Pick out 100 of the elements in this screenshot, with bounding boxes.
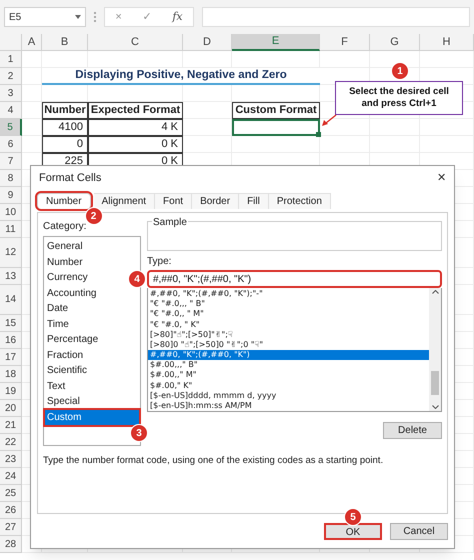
format-item[interactable]: [$-en-US]h:mm:ss AM/PM [148, 400, 429, 412]
column-header[interactable]: F [320, 34, 370, 51]
format-item[interactable]: #,##0, "K";(#,##0, "K");"-" [148, 289, 429, 300]
row-header[interactable]: 16 [0, 332, 22, 349]
row-header[interactable]: 11 [0, 221, 22, 238]
column-header[interactable]: B [42, 34, 88, 51]
category-item[interactable]: Accounting [45, 286, 98, 301]
format-item[interactable]: [$-en-US]dddd, mmmm d, yyyy [148, 390, 429, 401]
row-header[interactable]: 1 [0, 51, 22, 68]
fill-handle[interactable] [316, 132, 321, 137]
row-header[interactable]: 19 [0, 383, 22, 400]
close-button[interactable]: ✕ [437, 170, 446, 186]
format-item[interactable]: "€ "#.0, " K" [148, 320, 429, 330]
column-header[interactable]: A [22, 34, 42, 51]
help-text: Type the number format code, using one of the existing codes as a starting point. [43, 454, 384, 468]
note-box: Select the desired cell and press Ctrl+1 [335, 81, 463, 115]
format-item[interactable]: $#.00,," M" [148, 370, 429, 381]
dialog-tab[interactable]: Fill [239, 193, 269, 209]
step-badge: 4 [128, 270, 146, 288]
caret-icon [75, 15, 81, 19]
column-header[interactable]: G [370, 34, 420, 51]
row-header[interactable]: 4 [0, 102, 22, 119]
scroll-thumb[interactable] [431, 371, 439, 395]
dialog-tab[interactable]: Border [192, 193, 240, 209]
selected-cell[interactable] [232, 119, 320, 136]
row-header[interactable]: 12 [0, 238, 22, 268]
category-item[interactable]: Percentage [45, 332, 100, 348]
row-header[interactable]: 27 [0, 519, 22, 536]
category-item[interactable]: Time [45, 316, 71, 332]
row-header[interactable]: 6 [0, 136, 22, 153]
select-all-corner[interactable] [0, 34, 22, 51]
step-badge: 3 [130, 424, 148, 442]
format-item[interactable]: $#.00," K" [148, 380, 429, 391]
row-header[interactable]: 28 [0, 536, 22, 553]
format-item[interactable]: [>80]0 "☝";[>50]0 "✌";0 "☟" [148, 340, 429, 350]
scrollbar[interactable] [429, 288, 441, 411]
category-item[interactable]: Fraction [45, 348, 86, 363]
row-header[interactable]: 15 [0, 315, 22, 332]
column-header[interactable]: C [88, 34, 183, 51]
row-header[interactable]: 5 [0, 119, 22, 136]
row-header[interactable]: 9 [0, 187, 22, 204]
row-header[interactable]: 8 [0, 170, 22, 187]
step-badge: 2 [84, 207, 103, 225]
dialog-title: Format Cells [39, 170, 102, 186]
table-header-cell: Expected Format [88, 102, 183, 119]
row-header[interactable]: 24 [0, 468, 22, 485]
insert-function-button[interactable]: fx [172, 8, 183, 26]
column-header[interactable]: H [420, 34, 474, 51]
format-item[interactable]: #,##0, "K";(#,##0, "K") [148, 350, 429, 360]
row-header[interactable]: 2 [0, 68, 22, 85]
dialog-tab[interactable]: Protection [268, 193, 331, 209]
column-header[interactable]: E [232, 34, 320, 51]
row-header[interactable]: 23 [0, 451, 22, 468]
category-item[interactable]: Custom [45, 410, 139, 425]
category-item[interactable]: Currency [45, 270, 90, 286]
category-label: Category: [43, 220, 88, 234]
row-header[interactable]: 7 [0, 153, 22, 170]
table-header-cell: Number [42, 102, 88, 119]
step-badge: 5 [344, 508, 362, 526]
format-item[interactable]: [>80]"☝";[>50]"✌";☟ [148, 330, 429, 340]
row-header[interactable]: 26 [0, 502, 22, 519]
scroll-down-icon[interactable] [432, 405, 438, 409]
name-box[interactable]: E5 [4, 7, 86, 27]
category-item[interactable]: General [45, 239, 85, 254]
dialog-tab[interactable]: Font [155, 193, 192, 209]
table-header-cell: Custom Format [232, 102, 320, 119]
scroll-up-icon[interactable] [432, 290, 438, 294]
row-header[interactable]: 18 [0, 366, 22, 383]
dialog-tab[interactable]: Number [37, 193, 91, 209]
table-cell: 4 K [88, 119, 183, 136]
dialog-button[interactable]: OK [324, 523, 382, 540]
category-item[interactable]: Text [45, 378, 68, 394]
row-header[interactable]: 3 [0, 85, 22, 102]
format-item[interactable]: "€ "#.0,, " M" [148, 309, 429, 320]
table-cell: 4100 [42, 119, 88, 136]
formula-input[interactable] [202, 7, 470, 27]
dialog-tab[interactable]: Alignment [94, 193, 156, 209]
row-header[interactable]: 10 [0, 204, 22, 221]
row-header[interactable]: 22 [0, 434, 22, 451]
table-cell: 0 K [88, 136, 183, 153]
row-header[interactable]: 25 [0, 485, 22, 502]
row-header[interactable]: 13 [0, 268, 22, 285]
dialog-button[interactable]: Cancel [390, 523, 448, 540]
category-item[interactable]: Special [45, 394, 82, 410]
row-header[interactable]: 17 [0, 349, 22, 366]
row-header[interactable]: 20 [0, 400, 22, 417]
delete-button[interactable]: Delete [383, 422, 442, 439]
pointer-arrow [321, 114, 337, 127]
format-item[interactable]: "€ "#.0,,, " B" [148, 299, 429, 310]
table-cell: 0 [42, 136, 88, 153]
category-item[interactable]: Date [45, 301, 70, 316]
type-label: Type: [147, 255, 172, 269]
step-badge: 1 [391, 62, 409, 80]
row-header[interactable]: 14 [0, 285, 22, 315]
column-header[interactable]: D [183, 34, 232, 51]
category-item[interactable]: Number [45, 254, 85, 270]
type-field[interactable]: #,##0, "K";(#,##0, "K") [147, 270, 442, 288]
row-header[interactable]: 21 [0, 417, 22, 434]
category-item[interactable]: Scientific [45, 363, 90, 378]
format-item[interactable]: $#.00,,," B" [148, 360, 429, 370]
